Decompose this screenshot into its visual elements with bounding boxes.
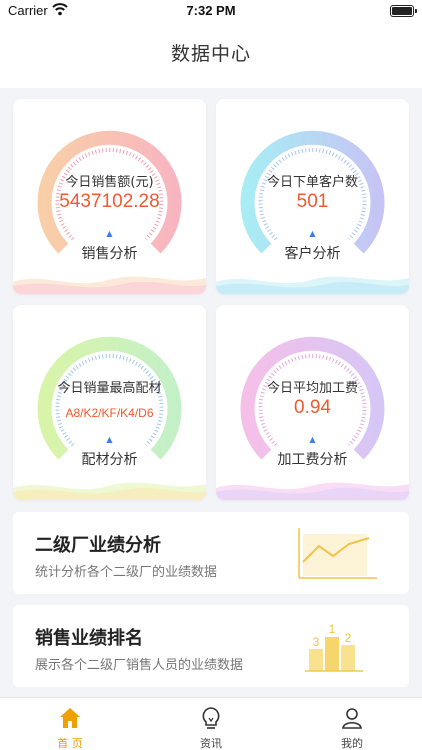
tab-news-label: 资讯 [200, 737, 222, 750]
sales-ranking-subtitle: 展示各个二级厂销售人员的业绩数据 [35, 658, 244, 673]
nav-bar: 数据中心 [0, 22, 422, 88]
fee-card[interactable]: 今日平均加工费 0.94 ▲ 加工费分析 [216, 305, 409, 500]
material-gauge [37, 336, 182, 460]
home-icon [60, 708, 80, 728]
material-label: 今日销量最高配材 [57, 381, 162, 396]
pointer-icon: ▲ [106, 229, 113, 238]
customers-label: 今日下单客户数 [266, 175, 358, 190]
wave-decoration [13, 482, 206, 500]
sales-analysis-link[interactable]: 销售分析 [13, 243, 206, 263]
material-analysis-link[interactable]: 配材分析 [13, 449, 206, 469]
sales-ranking-entry[interactable]: 销售业绩排名 展示各个二级厂销售人员的业绩数据 1 2 3 [13, 605, 409, 687]
fee-label: 今日平均加工费 [266, 381, 358, 396]
tab-home[interactable]: 首 页 [0, 698, 140, 750]
tab-mine-label: 我的 [341, 737, 363, 750]
customers-value: 501 [296, 191, 329, 212]
fee-analysis-link[interactable]: 加工费分析 [216, 449, 409, 469]
rank-first-label: 1 [329, 622, 336, 636]
customers-card[interactable]: 今日下单客户数 501 ▲ 客户分析 [216, 99, 409, 294]
page-title: 数据中心 [170, 43, 251, 65]
person-icon [342, 708, 362, 729]
line-chart-icon [298, 528, 377, 579]
factory-performance-subtitle: 统计分析各个二级厂的业绩数据 [35, 565, 218, 580]
sales-label: 今日销售额(元) [65, 175, 154, 190]
customers-analysis-link[interactable]: 客户分析 [216, 243, 409, 263]
fee-value: 0.94 [294, 397, 331, 418]
pointer-icon: ▲ [106, 435, 113, 444]
pointer-icon: ▲ [309, 229, 316, 238]
tab-bar: 首 页 资讯 我的 [0, 697, 422, 750]
material-value: A8/K2/KF/K4/D6 [65, 406, 154, 420]
tab-news[interactable]: 资讯 [141, 698, 281, 750]
pointer-icon: ▲ [309, 435, 316, 444]
factory-performance-title: 二级厂业绩分析 [35, 535, 161, 556]
rank-second-label: 2 [345, 631, 352, 645]
battery-icon [390, 5, 417, 17]
material-card[interactable]: 今日销量最高配材 A8/K2/KF/K4/D6 ▲ 配材分析 [13, 305, 206, 500]
rank-third-label: 3 [313, 635, 320, 649]
wave-decoration [216, 276, 409, 294]
status-time: 7:32 PM [186, 3, 236, 18]
wave-decoration [13, 276, 206, 294]
tab-mine[interactable]: 我的 [282, 698, 422, 750]
podium-icon: 1 2 3 [305, 622, 363, 672]
wave-decoration [216, 482, 409, 500]
lightbulb-icon [202, 707, 220, 729]
tab-home-label: 首 页 [57, 737, 83, 750]
sales-ranking-title: 销售业绩排名 [35, 628, 143, 649]
status-bar: Carrier 7:32 PM [0, 0, 422, 22]
sales-card[interactable]: 今日销售额(元) 5437102.28 ▲ 销售分析 [13, 99, 206, 294]
factory-performance-entry[interactable]: 二级厂业绩分析 统计分析各个二级厂的业绩数据 [13, 512, 409, 594]
sales-value: 5437102.28 [59, 191, 160, 212]
